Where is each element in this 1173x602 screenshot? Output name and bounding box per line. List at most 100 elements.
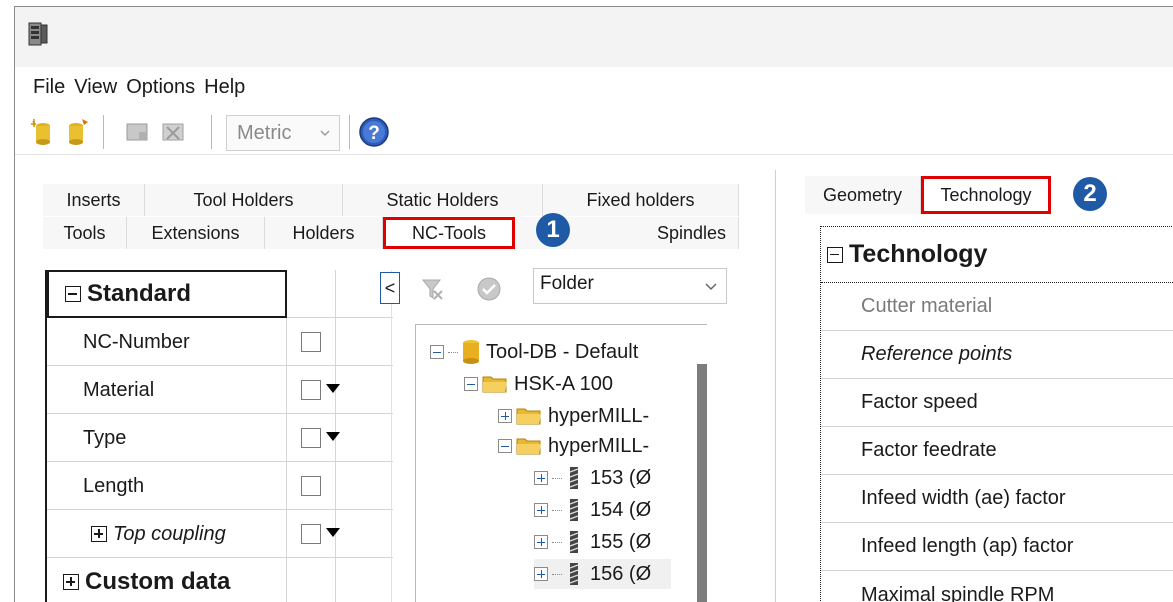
callout-badge-1: 1 [536, 213, 570, 247]
tree-connector [552, 541, 562, 543]
property-value [288, 318, 336, 366]
tab-nc-tools[interactable]: NC-Tools [383, 217, 515, 249]
property-value [288, 414, 340, 462]
tree-collapse-icon[interactable] [464, 377, 478, 391]
category-custom-data[interactable]: Custom data [47, 558, 287, 602]
collapse-icon[interactable] [65, 286, 81, 302]
tree-expand-icon[interactable] [534, 567, 548, 581]
menu-view[interactable]: View [74, 76, 117, 99]
expand-icon[interactable] [91, 526, 107, 542]
delete-icon[interactable] [159, 118, 187, 146]
tree-node-tool-156[interactable]: 156 (Ø [534, 559, 672, 589]
tab-tools[interactable]: Tools [43, 217, 127, 249]
property-row-top-coupling: Top coupling [47, 510, 393, 558]
tree-expand-icon[interactable] [534, 535, 548, 549]
menu-bar: File View Options Help [15, 67, 1173, 107]
checkbox[interactable] [301, 428, 321, 448]
tree-scrollbar[interactable] [697, 364, 707, 602]
category-standard-row: Standard [47, 270, 393, 318]
checkbox[interactable] [301, 524, 321, 544]
tree-node-label: 155 (Ø [590, 530, 652, 553]
category-standard[interactable]: Standard [47, 270, 287, 318]
tech-row-reference-points[interactable]: Reference points [821, 331, 1173, 379]
collapse-icon[interactable] [827, 246, 843, 263]
checkbox[interactable] [301, 476, 321, 496]
properties-panel: Standard NC-Number Material Type Length … [45, 270, 405, 602]
help-icon[interactable]: ? [358, 116, 390, 148]
tab-fixed-holders[interactable]: Fixed holders [543, 184, 739, 216]
folder-icon [516, 408, 541, 425]
app-icon [28, 22, 48, 46]
tech-row-infeed-width[interactable]: Infeed width (ae) factor [821, 475, 1173, 523]
tree-node-label: 153 (Ø [590, 466, 652, 489]
folder-select-value: Folder [540, 273, 594, 294]
tree-node-tool-154[interactable]: 154 (Ø [534, 495, 651, 525]
property-value [288, 510, 340, 558]
tab-inserts[interactable]: Inserts [43, 184, 145, 216]
tree-expand-icon[interactable] [534, 503, 548, 517]
tree-connector [552, 573, 562, 575]
property-value [288, 462, 336, 510]
panel-splitter[interactable] [775, 170, 776, 602]
check-icon[interactable] [476, 276, 502, 302]
tree-collapse-icon[interactable] [430, 345, 444, 359]
category-custom-data-row: Custom data [47, 558, 393, 602]
filter-clear-icon[interactable] [420, 276, 446, 302]
tree-expand-icon[interactable] [498, 409, 512, 423]
property-row-length: Length [47, 462, 393, 510]
tech-row-infeed-length[interactable]: Infeed length (ap) factor [821, 523, 1173, 571]
tree-collapse-icon[interactable] [498, 439, 512, 453]
property-value [288, 558, 336, 602]
cutter-icon [569, 499, 579, 521]
tab-static-holders[interactable]: Static Holders [343, 184, 543, 216]
panel-divider [391, 270, 392, 602]
menu-file[interactable]: File [33, 76, 65, 99]
tab-extensions[interactable]: Extensions [127, 217, 265, 249]
tab-geometry[interactable]: Geometry [805, 176, 921, 214]
unit-select[interactable]: Metric [226, 115, 340, 151]
tree-node-tool-155[interactable]: 155 (Ø [534, 527, 651, 557]
property-label[interactable]: Top coupling [47, 510, 287, 558]
tree-node-hypermill-2[interactable]: hyperMILL- [498, 431, 649, 461]
property-label: NC-Number [47, 318, 287, 366]
unit-select-value: Metric [237, 121, 292, 144]
tech-row-factor-speed[interactable]: Factor speed [821, 379, 1173, 427]
tree-connector [448, 351, 458, 353]
tree-connector [552, 509, 562, 511]
menu-options[interactable]: Options [126, 76, 195, 99]
tab-technology[interactable]: Technology [921, 176, 1051, 214]
category-standard-label: Standard [87, 280, 192, 307]
cutter-icon [569, 531, 579, 553]
property-row-type: Type [47, 414, 393, 462]
open-database-icon[interactable] [63, 118, 91, 146]
tab-row-lower: Tools Extensions Holders NC-Tools Spindl… [43, 217, 739, 249]
tab-holders[interactable]: Holders [265, 217, 383, 249]
tech-row-max-spindle-rpm[interactable]: Maximal spindle RPM [821, 571, 1173, 602]
tech-row-factor-feedrate[interactable]: Factor feedrate [821, 427, 1173, 475]
cutter-icon [569, 467, 579, 489]
tree-node-hypermill-1[interactable]: hyperMILL- [498, 401, 649, 431]
tree-node-label: Tool-DB - Default [486, 340, 639, 363]
scrollbar-thumb[interactable] [697, 364, 707, 602]
property-label: Type [47, 414, 287, 462]
new-database-icon[interactable] [29, 118, 57, 146]
tab-tool-holders[interactable]: Tool Holders [145, 184, 343, 216]
property-extra [337, 462, 393, 510]
save-icon[interactable] [123, 118, 151, 146]
technology-category[interactable]: Technology [821, 227, 1173, 283]
checkbox[interactable] [301, 380, 321, 400]
tree-node-tool-153[interactable]: 153 (Ø [534, 463, 651, 493]
expand-icon[interactable] [63, 574, 79, 590]
tree-expand-icon[interactable] [534, 471, 548, 485]
tech-row-cutter-material[interactable]: Cutter material [821, 283, 1173, 331]
tree-node-tool-db[interactable]: Tool-DB - Default [430, 337, 638, 367]
app-window: File View Options Help Metric ? Inserts … [14, 6, 1173, 602]
property-extra [337, 318, 393, 366]
folder-select[interactable]: Folder [533, 268, 727, 304]
menu-help[interactable]: Help [204, 76, 245, 99]
checkbox[interactable] [301, 332, 321, 352]
collapse-panel-button[interactable]: < [380, 272, 400, 304]
folder-icon [482, 376, 507, 393]
tree-node-hsk-a-100[interactable]: HSK-A 100 [464, 369, 613, 399]
tree-node-label: HSK-A 100 [514, 372, 613, 395]
